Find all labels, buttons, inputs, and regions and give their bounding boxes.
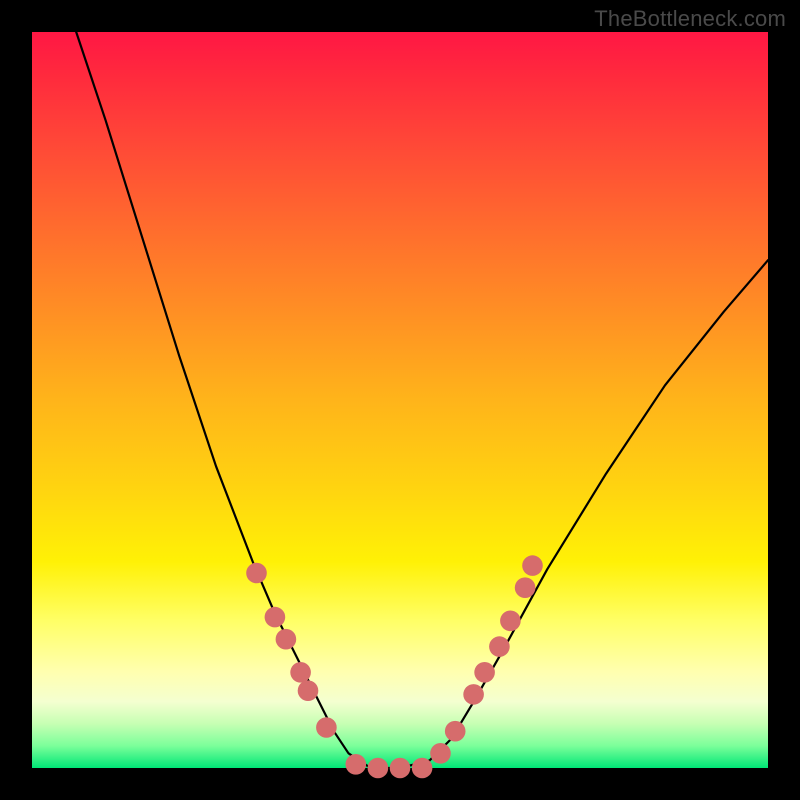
data-marker [522,555,543,576]
data-marker [265,607,286,628]
attribution-text: TheBottleneck.com [594,6,786,32]
data-marker [463,684,484,705]
data-marker [390,758,411,779]
data-marker [290,662,311,683]
chart-svg [32,32,768,768]
bottleneck-curve [76,32,768,768]
data-marker [298,680,319,701]
marker-group [246,555,543,778]
data-marker [500,611,521,632]
data-marker [474,662,495,683]
data-marker [368,758,389,779]
data-marker [276,629,297,650]
data-marker [346,754,367,775]
chart-plot-area [32,32,768,768]
data-marker [515,577,536,598]
data-marker [412,758,433,779]
data-marker [489,636,510,657]
chart-frame: TheBottleneck.com [0,0,800,800]
data-marker [316,717,337,738]
data-marker [445,721,466,742]
data-marker [246,563,267,584]
data-marker [430,743,451,764]
